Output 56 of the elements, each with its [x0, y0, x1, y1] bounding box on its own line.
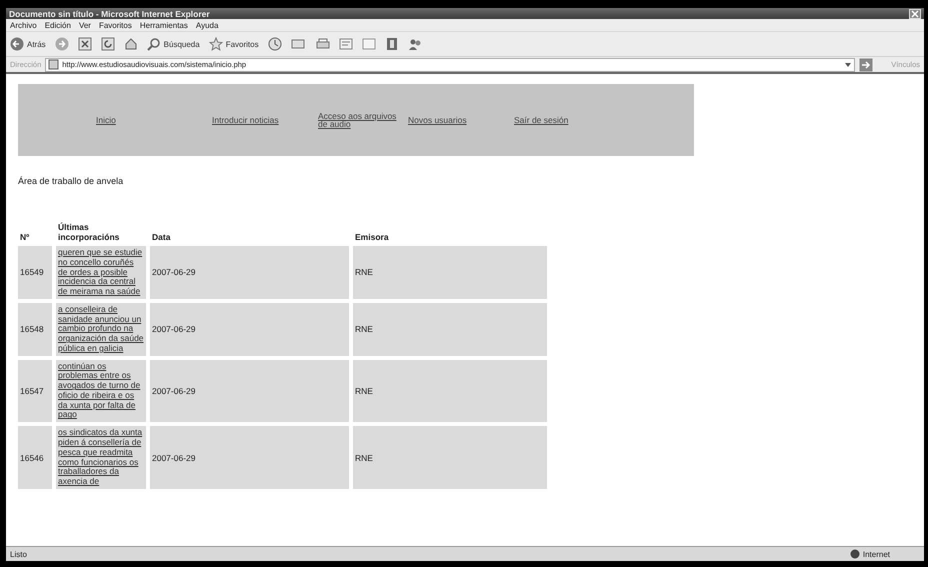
- table-cell: 2007-06-29: [150, 302, 349, 356]
- table-cell: 16548: [18, 302, 52, 356]
- table-cell: 16547: [18, 360, 52, 422]
- star-icon: [208, 37, 223, 51]
- column-header: Emisora: [354, 231, 390, 242]
- nav-link[interactable]: Saír de sesión: [514, 115, 614, 125]
- table-cell: RNE: [353, 246, 547, 299]
- menu-item[interactable]: Archivo: [10, 20, 37, 30]
- table-cell: RNE: [353, 360, 547, 422]
- window-icon[interactable]: [362, 37, 376, 51]
- menu-item[interactable]: Favoritos: [98, 20, 132, 30]
- search-icon: [146, 37, 161, 51]
- table-cell: 2007-06-29: [150, 360, 349, 422]
- news-link[interactable]: continúan os problemas entre os avogados de turno de oficio de ribeira e os da xunta por falta de pago: [58, 362, 144, 420]
- close-icon: [911, 10, 919, 18]
- printer-icon[interactable]: [316, 37, 330, 51]
- stop-icon[interactable]: [78, 37, 92, 51]
- nav-link[interactable]: Inicio: [96, 115, 206, 125]
- edit-icon[interactable]: [338, 37, 353, 51]
- go-arrow-icon[interactable]: [859, 58, 874, 72]
- history-icon[interactable]: [268, 37, 282, 51]
- column-header: Data: [151, 231, 172, 242]
- close-button[interactable]: [909, 8, 921, 18]
- nav-link[interactable]: Acceso aos arquivos de audio: [318, 112, 406, 128]
- status-text: Listo: [10, 550, 27, 558]
- home-icon[interactable]: [124, 37, 138, 51]
- users-icon[interactable]: [408, 37, 422, 51]
- mail-icon[interactable]: [290, 37, 307, 51]
- table-cell: 16546: [18, 426, 52, 489]
- news-link[interactable]: queren que se estudie no concello coruñés de ordes a posible incidencia da central de meirama na saúde: [58, 248, 144, 297]
- page-icon: [48, 59, 60, 70]
- security-zone: Internet: [850, 549, 890, 559]
- table-cell: 2007-06-29: [150, 246, 349, 299]
- column-header: Nº: [19, 231, 30, 242]
- window-title: Documento sin título - Microsoft Internet Explorer: [9, 8, 210, 18]
- menu-item[interactable]: Ver: [78, 20, 91, 30]
- workspace-text: Área de traballo de anvela: [18, 176, 124, 186]
- favorites-button[interactable]: Favoritos: [208, 37, 259, 51]
- table-cell: 16549: [18, 246, 52, 299]
- film-icon[interactable]: [384, 37, 399, 51]
- search-button[interactable]: Búsqueda: [146, 37, 200, 51]
- back-button[interactable]: Atrás: [10, 37, 46, 51]
- dropdown-arrow-icon[interactable]: [844, 60, 852, 68]
- menu-item[interactable]: Herramientas: [140, 20, 188, 30]
- news-link[interactable]: a conselleira de sanidade anunciou un cambio profundo na organización da saúde pública en galicia: [58, 304, 144, 354]
- nav-link[interactable]: Novos usuarios: [408, 115, 508, 125]
- nav-link[interactable]: Introducir noticias: [212, 115, 312, 125]
- news-link[interactable]: os sindicatos da xunta piden á consellería de pesca que readmita como funcionarios os traballadores da axencia de: [58, 428, 144, 487]
- refresh-icon[interactable]: [100, 37, 115, 51]
- table-cell: RNE: [353, 426, 547, 489]
- menu-item[interactable]: Ayuda: [196, 20, 218, 30]
- table-cell: 2007-06-29: [150, 426, 349, 489]
- table-cell: RNE: [353, 302, 547, 356]
- globe-icon: [850, 549, 860, 559]
- menu-item[interactable]: Edición: [44, 20, 71, 30]
- column-header: Últimas incorporacións: [57, 222, 120, 242]
